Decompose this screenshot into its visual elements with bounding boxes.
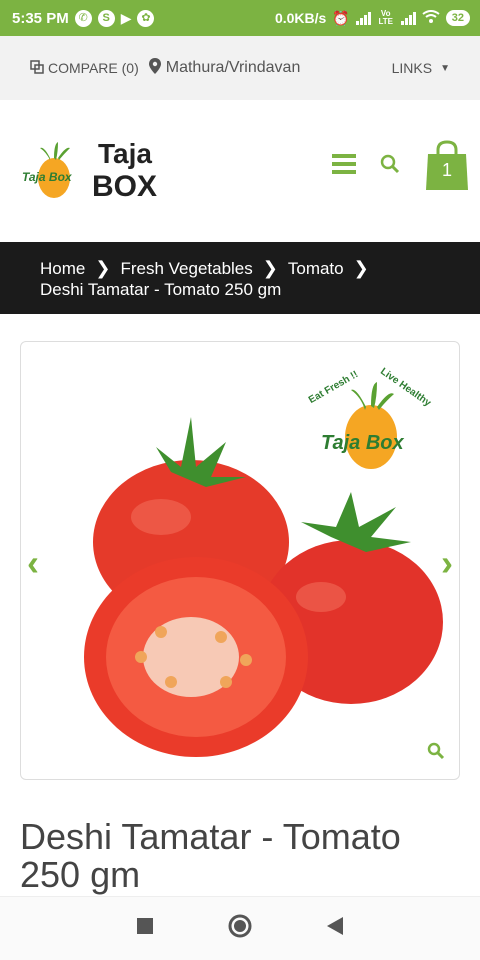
- signal-icon: [355, 11, 371, 25]
- next-image-arrow[interactable]: ›: [441, 542, 453, 584]
- map-marker-icon: [148, 57, 161, 79]
- alarm-icon: ⏰: [332, 9, 350, 26]
- logo-title-top: Taja: [98, 138, 152, 169]
- volte-icon: Vo LTE: [378, 9, 393, 26]
- compare-link[interactable]: COMPARE (0): [30, 59, 139, 77]
- breadcrumb-fresh-vegetables[interactable]: Fresh Vegetables: [120, 258, 252, 279]
- chevron-right-icon: ❯: [95, 258, 111, 278]
- site-logo[interactable]: Taja Box Taja BOX: [22, 136, 172, 208]
- caret-down-icon: ▼: [440, 62, 450, 74]
- breadcrumb-tomato[interactable]: Tomato: [288, 258, 344, 279]
- back-icon[interactable]: [326, 917, 343, 940]
- product-image-gallery: Taja Box Eat Fresh !! Live Healthy ‹ ›: [20, 341, 460, 780]
- android-nav-bar: [0, 896, 480, 960]
- cart-count: 1: [441, 160, 452, 180]
- chevron-right-icon: ❯: [262, 258, 278, 278]
- previous-image-arrow[interactable]: ‹: [27, 542, 39, 584]
- product-image: [84, 382, 443, 757]
- site-header: Taja Box Taja BOX 1: [0, 100, 480, 242]
- location-label: Mathura/Vrindavan: [165, 59, 301, 76]
- product-title: Deshi Tamatar - Tomato 250 gm: [20, 816, 401, 895]
- links-label: LINKS: [391, 60, 433, 76]
- skype-icon: S: [97, 9, 115, 27]
- top-bar: COMPARE (0) Mathura/Vrindavan LINKS ▼: [0, 36, 480, 100]
- logo-badge-text: Taja Box: [22, 170, 72, 184]
- whatsapp-icon: ✆: [74, 9, 92, 27]
- zoom-icon[interactable]: [427, 742, 445, 765]
- hamburger-menu-icon[interactable]: [332, 153, 356, 179]
- app-notification-icon: ✿: [137, 9, 155, 27]
- logo-title-bottom: BOX: [92, 170, 158, 203]
- cart-button[interactable]: 1: [424, 140, 470, 192]
- status-time: 5:35 PM: [12, 9, 69, 27]
- media-icon: ▶: [120, 9, 132, 26]
- breadcrumb: Home ❯ Fresh Vegetables ❯ Tomato ❯ Deshi…: [0, 242, 480, 314]
- status-bar: 5:35 PM ✆ S ▶ ✿ 0.0KB/s ⏰ Vo LTE 32: [0, 0, 480, 36]
- search-icon[interactable]: [380, 154, 400, 179]
- network-speed: 0.0KB/s: [274, 10, 327, 26]
- compare-icon: [30, 59, 44, 77]
- wifi-icon: [422, 9, 440, 27]
- links-dropdown[interactable]: LINKS ▼: [392, 60, 450, 76]
- chevron-right-icon: ❯: [353, 258, 369, 278]
- location-selector[interactable]: Mathura/Vrindavan: [148, 57, 301, 79]
- battery-icon: 32: [445, 10, 470, 26]
- home-icon[interactable]: [228, 914, 252, 943]
- breadcrumb-home[interactable]: Home: [40, 258, 85, 279]
- signal-icon-2: [400, 11, 416, 25]
- compare-label: COMPARE (0): [48, 60, 139, 76]
- image-logo-text: Taja Box: [321, 432, 404, 454]
- recent-apps-icon[interactable]: [137, 918, 154, 939]
- breadcrumb-current: Deshi Tamatar - Tomato 250 gm: [40, 280, 282, 299]
